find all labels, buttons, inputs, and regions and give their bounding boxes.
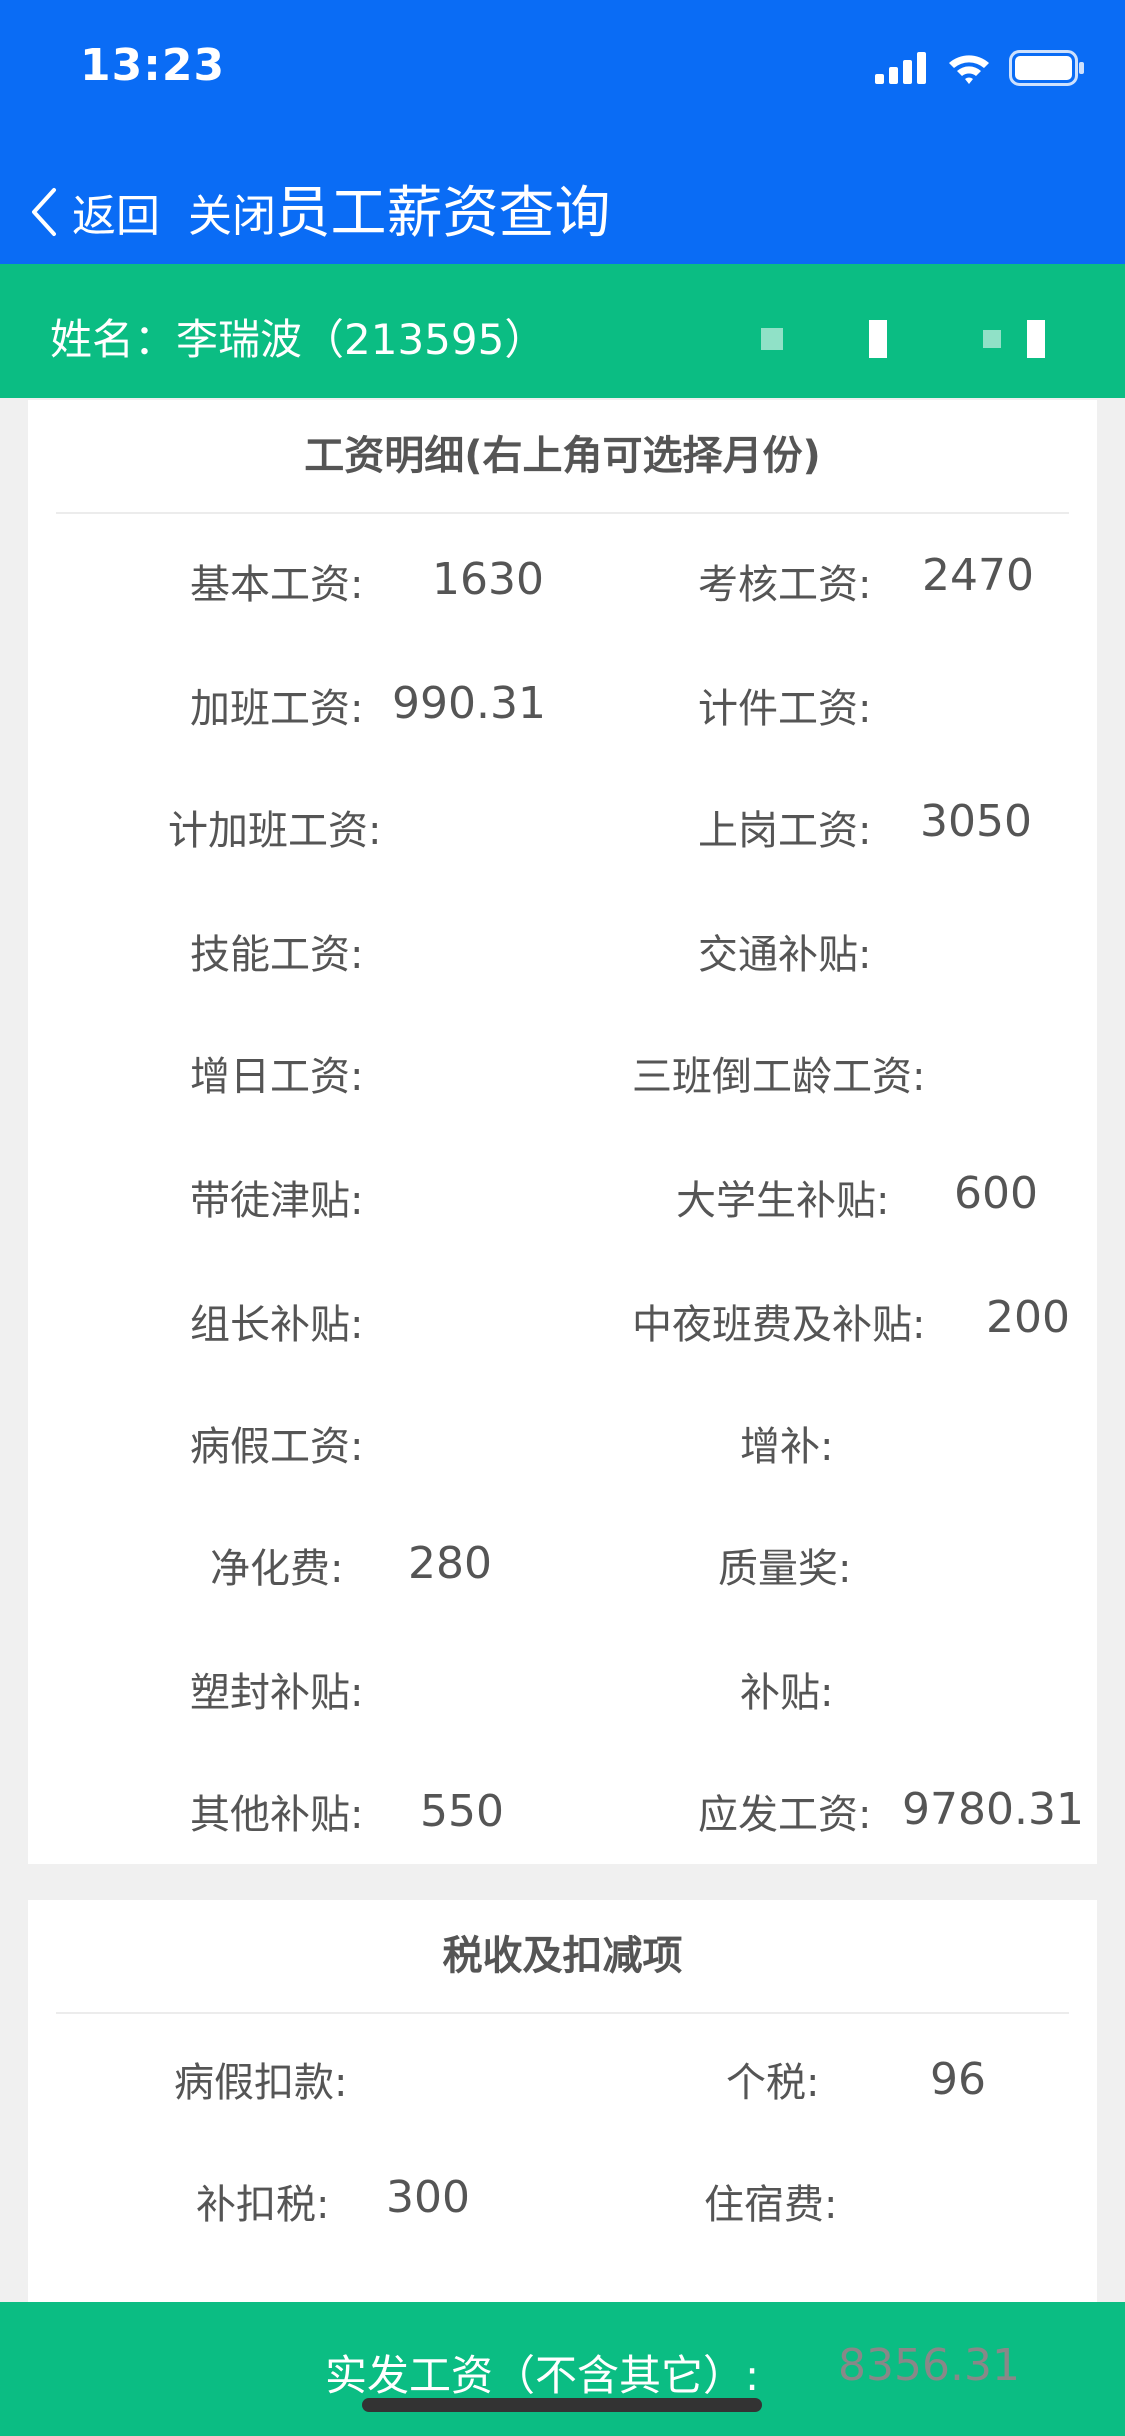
- signal-icon: [875, 52, 926, 84]
- wifi-icon: [949, 55, 989, 84]
- net-pay-bar: 实发工资（不含其它）: 8356.31: [0, 2302, 1125, 2436]
- employee-name: 姓名：李瑞波（213595）: [50, 315, 547, 364]
- item-label: 增补:: [740, 1424, 834, 1470]
- item-label: 净化费:: [210, 1546, 344, 1592]
- status-icons: [875, 48, 1085, 88]
- month-selector-obscured[interactable]: [761, 320, 1045, 358]
- item-label: 个税:: [726, 2060, 820, 2106]
- item-label: 交通补贴:: [698, 932, 872, 978]
- item-value: 550: [420, 1786, 504, 1837]
- item-label: 塑封补贴:: [190, 1670, 364, 1716]
- item-value: 2470: [922, 550, 1034, 601]
- item-label: 上岗工资:: [698, 808, 872, 854]
- nav-bar: 返回 关闭 员工薪资查询: [0, 140, 1125, 264]
- battery-icon: [1009, 50, 1084, 86]
- item-value: 3050: [920, 796, 1032, 847]
- item-value: 1630: [432, 554, 544, 605]
- salary-section-title: 工资明细(右上角可选择月份): [56, 400, 1069, 514]
- item-value: 96: [930, 2054, 986, 2105]
- item-label: 病假扣款:: [174, 2060, 348, 2106]
- item-value: 600: [954, 1168, 1038, 1219]
- item-label: 补贴:: [740, 1670, 834, 1716]
- item-label: 计件工资:: [698, 686, 872, 732]
- item-value: 990.31: [392, 678, 546, 729]
- item-label: 加班工资:: [190, 686, 364, 732]
- salary-card: 工资明细(右上角可选择月份) 基本工资: 1630 考核工资: 2470 加班工…: [28, 400, 1097, 1864]
- tax-section-title: 税收及扣减项: [56, 1900, 1069, 2014]
- net-pay-label: 实发工资（不含其它）:: [325, 2351, 760, 2400]
- page-title: 员工薪资查询: [274, 181, 611, 246]
- item-label: 组长补贴:: [190, 1302, 364, 1348]
- employee-bar: 姓名：李瑞波（213595）: [0, 264, 1125, 398]
- status-time: 13:23: [80, 40, 226, 91]
- item-label: 应发工资:: [698, 1792, 872, 1838]
- obscured-mark: [1027, 320, 1045, 358]
- net-pay-value: 8356.31: [838, 2340, 1020, 2391]
- item-label: 其他补贴:: [190, 1792, 364, 1838]
- item-label: 质量奖:: [718, 1546, 852, 1592]
- home-indicator[interactable]: [362, 2398, 762, 2412]
- item-value: 280: [408, 1538, 492, 1589]
- item-label: 大学生补贴:: [676, 1178, 890, 1224]
- item-label: 技能工资:: [190, 932, 364, 978]
- item-value: 200: [986, 1292, 1070, 1343]
- obscured-mark: [983, 330, 1001, 348]
- item-label: 考核工资:: [698, 562, 872, 608]
- status-bar: 13:23: [0, 0, 1125, 140]
- tax-card: 税收及扣减项 病假扣款: 个税: 96 补扣税: 300 住宿费:: [28, 1900, 1097, 2302]
- item-label: 三班倒工龄工资:: [632, 1054, 926, 1100]
- item-label: 增日工资:: [190, 1054, 364, 1100]
- item-label: 带徒津贴:: [190, 1178, 364, 1224]
- item-label: 病假工资:: [190, 1424, 364, 1470]
- item-label: 计加班工资:: [168, 808, 382, 854]
- item-label: 中夜班费及补贴:: [632, 1302, 926, 1348]
- item-value: 9780.31: [902, 1784, 1084, 1835]
- obscured-mark: [869, 320, 887, 358]
- page-title-wrap: 员工薪资查询: [0, 168, 1125, 249]
- item-label: 基本工资:: [190, 562, 364, 608]
- item-label: 住宿费:: [704, 2182, 838, 2228]
- obscured-mark: [761, 328, 783, 350]
- item-label: 补扣税:: [196, 2182, 330, 2228]
- item-value: 300: [386, 2172, 470, 2223]
